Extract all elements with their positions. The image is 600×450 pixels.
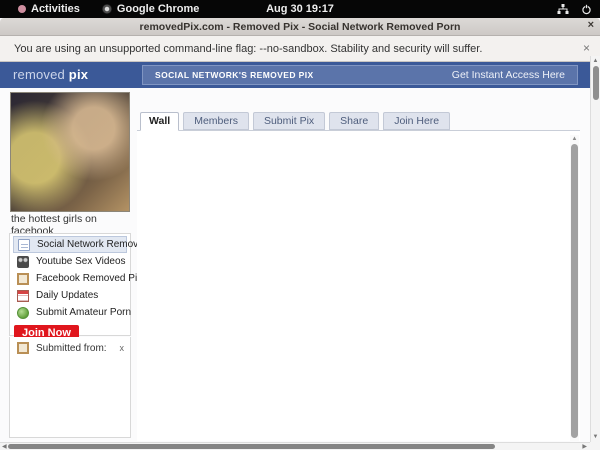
sidebar-item-youtube-sex-videos[interactable]: Youtube Sex Videos — [13, 253, 127, 270]
header-banner: SOCIAL NETWORK'S REMOVED PIX Get Instant… — [142, 65, 578, 85]
tab-strip: Wall Members Submit Pix Share Join Here — [137, 112, 580, 131]
recording-indicator-icon — [18, 5, 26, 13]
desktop-top-bar: Activities Google Chrome Aug 30 19:17 — [0, 0, 600, 18]
warning-close-button[interactable]: × — [583, 41, 590, 55]
horizontal-scrollbar-thumb[interactable] — [8, 444, 495, 449]
content-scrollbar-thumb[interactable] — [571, 144, 578, 438]
photo-frame-icon — [17, 272, 29, 285]
activities-label: Activities — [31, 3, 80, 15]
content-scrollbar[interactable]: ▲ — [570, 135, 579, 441]
notes-icon — [18, 238, 30, 251]
scroll-up-icon[interactable]: ▲ — [591, 58, 600, 64]
calendar-icon — [17, 289, 29, 302]
sidebar-item-submit-amateur-porn[interactable]: Submit Amateur Porn — [13, 304, 131, 321]
activities-button[interactable]: Activities — [10, 0, 88, 18]
sidebar-item-facebook-removed-pics[interactable]: Facebook Removed Pics — [13, 270, 147, 287]
wall-content-area — [137, 131, 580, 441]
scroll-up-icon[interactable]: ▲ — [570, 135, 579, 143]
page-horizontal-scrollbar[interactable]: ◀ ▶ — [0, 442, 590, 450]
window-close-button[interactable]: × — [588, 19, 594, 31]
vertical-scrollbar-thumb[interactable] — [593, 66, 599, 100]
scrollbar-corner — [590, 442, 600, 450]
tab-join-here[interactable]: Join Here — [383, 112, 451, 130]
get-access-link[interactable]: Get Instant Access Here — [452, 69, 577, 81]
scroll-right-icon[interactable]: ▶ — [582, 443, 587, 450]
scroll-down-icon[interactable]: ▼ — [591, 434, 600, 440]
video-camera-icon — [17, 255, 29, 268]
scroll-left-icon[interactable]: ◀ — [2, 443, 7, 450]
profile-photo-placeholder[interactable] — [10, 92, 130, 212]
tab-share[interactable]: Share — [329, 112, 380, 130]
tab-members[interactable]: Members — [183, 112, 249, 130]
sidebar-item-daily-updates[interactable]: Daily Updates — [13, 287, 127, 304]
sandbox-warning-text: You are using an unsupported command-lin… — [14, 42, 483, 55]
window-title: removedPix.com - Removed Pix - Social Ne… — [139, 20, 461, 33]
submitted-from-panel: Submitted from: x — [9, 337, 131, 438]
window-title-bar: removedPix.com - Removed Pix - Social Ne… — [0, 18, 600, 36]
sidebar-item-social-network-removed-porn[interactable]: Social Network Removed Porn — [13, 236, 173, 253]
page-vertical-scrollbar[interactable]: ▲ ▼ — [590, 56, 600, 442]
banner-text: SOCIAL NETWORK'S REMOVED PIX — [155, 70, 314, 80]
camera-icon — [17, 306, 29, 319]
chrome-icon — [101, 4, 112, 14]
tab-wall[interactable]: Wall — [140, 112, 180, 131]
site-logo[interactable]: removed pix — [13, 67, 88, 82]
submitted-from-label: Submitted from: — [36, 342, 107, 354]
sandbox-warning-bar: You are using an unsupported command-lin… — [0, 36, 600, 62]
active-app-menu[interactable]: Google Chrome — [94, 0, 208, 18]
sidebar-menu: Social Network Removed Porn Youtube Sex … — [9, 233, 173, 342]
panel-close-icon[interactable]: x — [120, 343, 127, 353]
power-icon[interactable] — [581, 4, 592, 15]
network-icon[interactable] — [557, 3, 569, 15]
tab-submit-pix[interactable]: Submit Pix — [252, 112, 326, 130]
site-header: removed pix SOCIAL NETWORK'S REMOVED PIX… — [0, 62, 590, 88]
screen: Activities Google Chrome Aug 30 19:17 re… — [0, 0, 600, 450]
photo-frame-icon — [17, 342, 29, 354]
app-label: Google Chrome — [116, 3, 200, 15]
